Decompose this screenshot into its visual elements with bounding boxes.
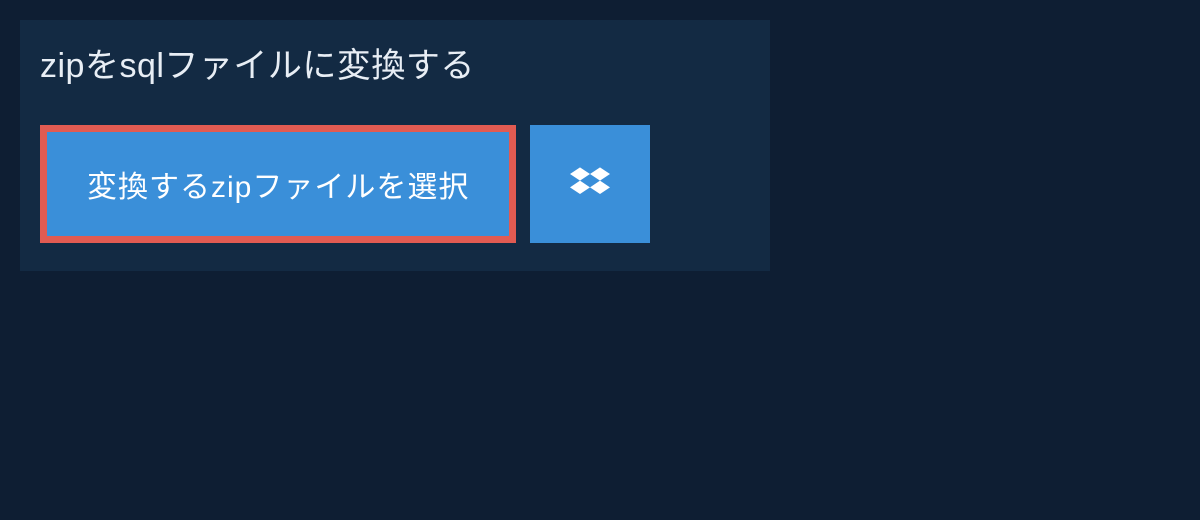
heading-wrap: zipをsqlファイルに変換する	[20, 20, 495, 105]
select-file-button[interactable]: 変換するzipファイルを選択	[47, 132, 509, 236]
select-file-highlight: 変換するzipファイルを選択	[40, 125, 516, 243]
dropbox-icon	[570, 164, 610, 204]
dropbox-button[interactable]	[530, 125, 650, 243]
page-title: zipをsqlファイルに変換する	[40, 38, 475, 87]
button-row: 変換するzipファイルを選択	[20, 105, 770, 271]
converter-panel: zipをsqlファイルに変換する 変換するzipファイルを選択	[20, 20, 770, 271]
